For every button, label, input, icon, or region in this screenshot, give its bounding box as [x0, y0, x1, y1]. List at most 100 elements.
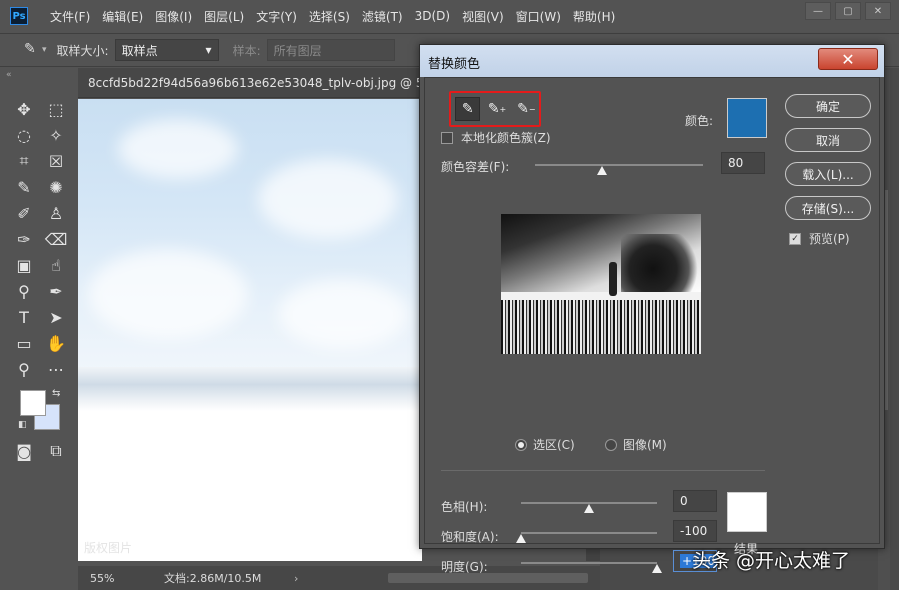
clone-stamp-icon[interactable]: ♙ — [44, 202, 68, 224]
sample-label: 样本: — [232, 43, 261, 58]
frame-tool-icon[interactable]: ☒ — [44, 150, 68, 172]
menu-select[interactable]: 选择(S) — [309, 8, 350, 25]
selected-color-swatch[interactable] — [727, 98, 767, 138]
quick-mask-icon[interactable]: ◙ — [12, 440, 36, 462]
dialog-title: 替换颜色 — [428, 57, 481, 72]
menu-type[interactable]: 文字(Y) — [256, 8, 297, 25]
foreground-color-swatch[interactable] — [20, 390, 46, 416]
fuzziness-slider-thumb[interactable] — [597, 166, 608, 175]
pen-tool-icon[interactable]: ✒ — [44, 280, 68, 302]
eyedropper-tool-icon[interactable]: ✎ — [24, 41, 42, 59]
default-colors-icon[interactable]: ◧ — [18, 420, 27, 430]
eyedropper-tools-group: ✎ ✎ + ✎ − — [449, 91, 541, 127]
image-radio[interactable] — [605, 438, 617, 451]
cancel-button[interactable]: 取消 — [785, 128, 871, 152]
document-tab[interactable]: 8ccfd5bd22f94d56a96b613e62e53048_tplv-ob… — [78, 68, 422, 98]
saturation-slider-track[interactable] — [521, 532, 657, 534]
preview-checkbox[interactable]: ✓ — [789, 232, 801, 245]
more-tools-icon[interactable]: ⋯ — [44, 358, 68, 380]
view-image-option[interactable]: 图像(M) — [605, 436, 667, 453]
zoom-level[interactable]: 55% — [90, 572, 150, 585]
menu-file[interactable]: 文件(F) — [50, 8, 90, 25]
lightness-slider-track[interactable] — [521, 562, 657, 564]
dialog-titlebar[interactable]: 替换颜色 ✕ — [420, 45, 884, 77]
zoom-tool-icon[interactable]: ⚲ — [12, 358, 36, 380]
brush-tool-icon[interactable]: ✐ — [12, 202, 36, 224]
menu-edit[interactable]: 编辑(E) — [102, 8, 143, 25]
chevron-right-icon[interactable]: › — [294, 572, 298, 585]
horizontal-scrollbar[interactable] — [388, 573, 589, 583]
hue-label: 色相(H): — [441, 500, 488, 514]
canvas-image-horizon — [78, 367, 422, 411]
magic-wand-tool-icon[interactable]: ✧ — [44, 124, 68, 146]
path-selection-icon[interactable]: ➤ — [44, 306, 68, 328]
minimize-button[interactable]: — — [805, 2, 831, 20]
selection-radio-label: 选区(C) — [533, 438, 575, 452]
lightness-slider-thumb[interactable] — [652, 564, 662, 573]
menu-view[interactable]: 视图(V) — [462, 8, 504, 25]
swap-colors-icon[interactable]: ⇆ — [52, 388, 60, 399]
menu-3d[interactable]: 3D(D) — [415, 9, 450, 23]
window-controls: — ▢ ✕ — [805, 2, 891, 20]
crop-tool-icon[interactable]: ⌗ — [12, 150, 36, 172]
selection-radio[interactable] — [515, 438, 527, 451]
chevron-down-icon[interactable]: ▾ — [42, 45, 47, 55]
restore-button[interactable]: ▢ — [835, 2, 861, 20]
save-button[interactable]: 存储(S)... — [785, 196, 871, 220]
sample-size-label: 取样大小: — [56, 43, 109, 58]
preview-option[interactable]: ✓ 预览(P) — [789, 230, 850, 247]
source-watermark: 头条 @开心太难了 — [692, 550, 851, 572]
localized-clusters-option[interactable]: 本地化颜色簇(Z) — [441, 129, 551, 146]
canvas-image-sky — [78, 99, 422, 399]
selection-preview — [501, 214, 701, 354]
menu-layer[interactable]: 图层(L) — [204, 8, 244, 25]
sample-size-select[interactable]: 取样点 ▾ — [114, 39, 219, 61]
move-tool-icon[interactable]: ✥ — [12, 98, 36, 120]
history-brush-icon[interactable]: ✑ — [12, 228, 36, 250]
menu-image[interactable]: 图像(I) — [155, 8, 192, 25]
menu-window[interactable]: 窗口(W) — [516, 8, 561, 25]
close-icon: ✕ — [841, 49, 855, 69]
dialog-close-button[interactable]: ✕ — [818, 48, 878, 70]
hand-tool-icon[interactable]: ✋ — [44, 332, 68, 354]
spot-healing-icon[interactable]: ✺ — [44, 176, 68, 198]
fuzziness-input[interactable]: 80 — [721, 152, 765, 174]
hue-slider-thumb[interactable] — [584, 504, 594, 513]
image-watermark: 版权图片 — [84, 541, 133, 555]
result-color-swatch[interactable] — [727, 492, 767, 532]
hue-input[interactable]: 0 — [673, 490, 717, 512]
fuzziness-slider-track[interactable] — [535, 164, 703, 166]
load-button[interactable]: 载入(L)... — [785, 162, 871, 186]
close-window-button[interactable]: ✕ — [865, 2, 891, 20]
saturation-input[interactable]: -100 — [673, 520, 717, 542]
collapse-panel-icon[interactable]: « — [6, 70, 12, 80]
menu-bar: Ps 文件(F) 编辑(E) 图像(I) 图层(L) 文字(Y) 选择(S) 滤… — [0, 0, 899, 32]
rectangle-tool-icon[interactable]: ▭ — [12, 332, 36, 354]
saturation-slider-thumb[interactable] — [516, 534, 526, 543]
lightness-label: 明度(G): — [441, 560, 488, 574]
gradient-tool-icon[interactable]: ▣ — [12, 254, 36, 276]
view-selection-option[interactable]: 选区(C) — [515, 436, 575, 453]
eyedropper-minus-icon[interactable]: ✎ − — [514, 97, 539, 121]
dialog-separator — [441, 470, 765, 471]
eyedropper-plus-icon[interactable]: ✎ + — [484, 97, 509, 121]
localized-clusters-label: 本地化颜色簇(Z) — [461, 131, 551, 145]
chevron-down-icon: ▾ — [205, 43, 212, 57]
lasso-tool-icon[interactable]: ◌ — [12, 124, 36, 146]
ok-button[interactable]: 确定 — [785, 94, 871, 118]
menu-help[interactable]: 帮助(H) — [573, 8, 615, 25]
menu-filter[interactable]: 滤镜(T) — [362, 8, 403, 25]
localized-clusters-checkbox[interactable] — [441, 131, 453, 144]
screen-mode-icon[interactable]: ⧉ — [44, 440, 68, 462]
document-canvas[interactable]: 版权图片 — [78, 99, 422, 561]
eyedropper-icon[interactable]: ✎ — [455, 97, 481, 121]
dialog-body: ✎ ✎ + ✎ − 本地化颜色簇(Z) 颜色: 颜色容差(F): 80 选区(C) … — [424, 77, 880, 574]
type-tool-icon[interactable]: T — [12, 306, 36, 328]
marquee-tool-icon[interactable]: ⬚ — [44, 98, 68, 120]
smudge-tool-icon[interactable]: ☝ — [44, 254, 68, 276]
eraser-tool-icon[interactable]: ⌫ — [44, 228, 68, 250]
fuzziness-label: 颜色容差(F): — [441, 160, 510, 174]
eyedropper-icon[interactable]: ✎ — [12, 176, 36, 198]
dodge-tool-icon[interactable]: ⚲ — [12, 280, 36, 302]
saturation-label: 饱和度(A): — [441, 530, 499, 544]
